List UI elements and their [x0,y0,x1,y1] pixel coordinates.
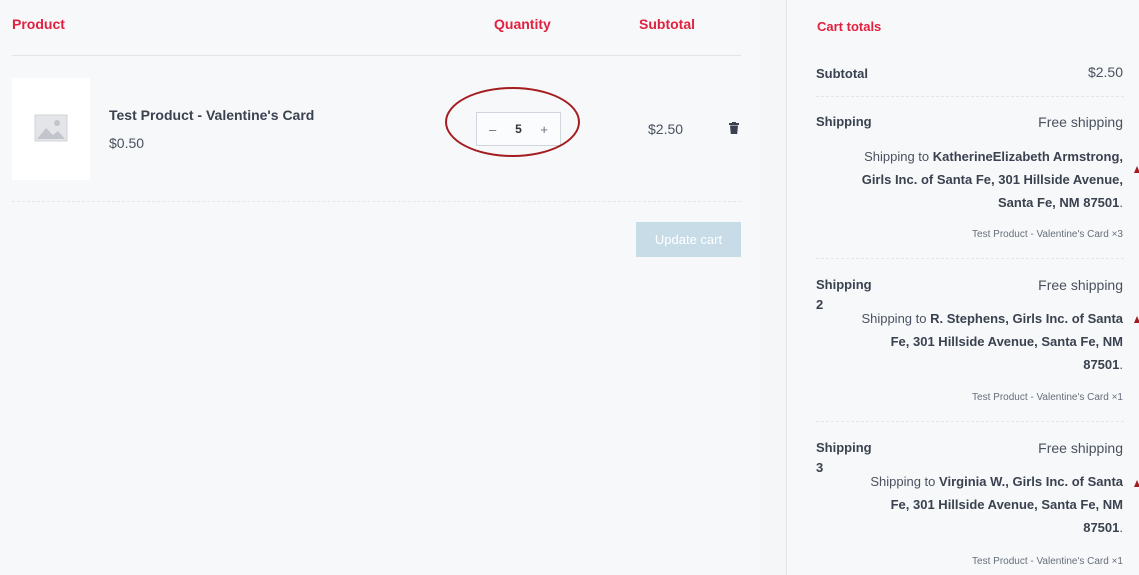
row-divider [12,201,741,202]
annotation-marker-1 [1134,166,1139,173]
trash-icon [729,122,739,134]
header-divider [12,55,741,56]
subtotal-column-header: Subtotal [639,16,695,32]
shipping-items-1: Test Product - Valentine's Card ×3 [972,229,1123,240]
totals-divider [816,421,1124,422]
remove-item-button[interactable] [729,121,739,139]
line-subtotal: $2.50 [648,121,684,137]
annotation-marker-3 [1134,480,1139,487]
cart-totals-panel: Cart totals Subtotal $2.50 Shipping Free… [786,0,1139,575]
product-name-link[interactable]: Test Product - Valentine's Card [109,107,314,123]
annotation-marker-2 [1134,316,1139,323]
cart-totals-title: Cart totals [817,19,882,34]
shipping-prefix-3: Shipping to [870,474,936,489]
quantity-column-header: Quantity [494,16,551,32]
shipping-prefix-2: Shipping to [861,311,927,326]
totals-divider [816,96,1124,97]
quantity-stepper[interactable]: – 5 + [476,112,561,146]
shipping-address-3: Shipping to Virginia W., Girls Inc. of S… [853,470,1123,539]
subtotal-value: $2.50 [1087,64,1123,80]
totals-divider [816,258,1124,259]
shipping-label-1: Shipping [816,114,872,129]
subtotal-label: Subtotal [816,66,868,81]
shipping-suffix-1: . [1119,195,1123,210]
shipping-address-1: Shipping to KatherineElizabeth Armstrong… [853,145,1123,214]
shipping-method-3[interactable]: Free shipping [1038,440,1123,456]
image-placeholder-icon [34,114,68,142]
product-price: $0.50 [109,135,145,151]
shipping-suffix-3: . [1119,520,1123,535]
shipping-method-2[interactable]: Free shipping [1038,277,1123,293]
shipping-suffix-2: . [1119,357,1123,372]
increase-quantity-button[interactable]: + [540,122,548,137]
shipping-prefix-1: Shipping to [864,149,930,164]
update-cart-button[interactable]: Update cart [636,222,741,257]
shipping-items-3: Test Product - Valentine's Card ×1 [972,556,1123,567]
cart-table: Product Quantity Subtotal Test Product -… [0,0,760,575]
shipping-method-1[interactable]: Free shipping [1038,114,1123,130]
shipping-address-2: Shipping to R. Stephens, Girls Inc. of S… [853,307,1123,376]
product-thumbnail[interactable] [12,78,90,180]
product-column-header: Product [12,16,65,32]
shipping-items-2: Test Product - Valentine's Card ×1 [972,392,1123,403]
